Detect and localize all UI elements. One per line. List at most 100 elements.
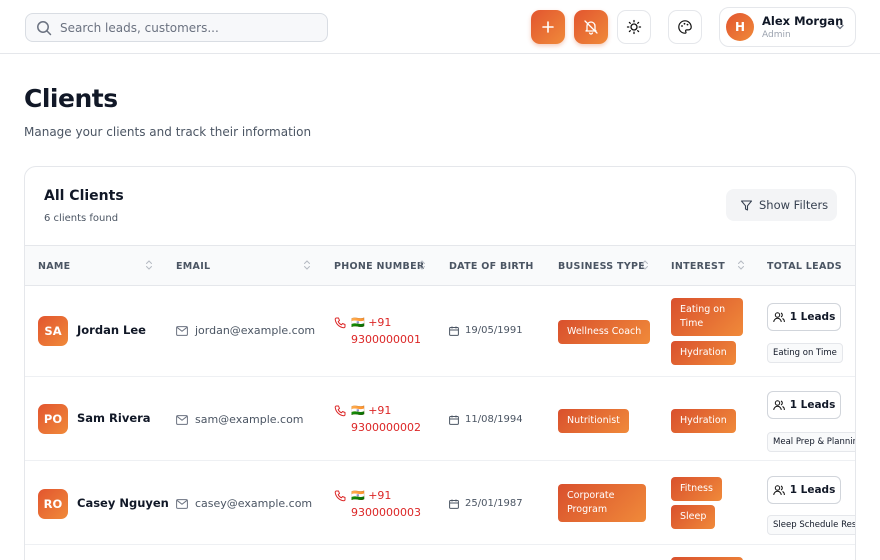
client-email-text: sam@example.com [195, 413, 304, 426]
user-role: Admin [762, 30, 791, 40]
phone-icon [334, 490, 346, 502]
table-header: NAME EMAIL PHONE NUMBER DATE OF BIRTH BU… [25, 245, 855, 286]
column-header-dob[interactable]: DATE OF BIRTH [449, 261, 534, 272]
client-phone[interactable]: 🇮🇳 +91 9300000001 [334, 314, 421, 348]
client-dob-text: 11/08/1994 [465, 414, 523, 425]
table-row[interactable]: PO Sam Rivera sam@example.com 🇮🇳 +91 9300… [25, 377, 855, 461]
users-icon [772, 399, 785, 410]
search-box[interactable] [25, 13, 328, 42]
user-name: Alex Morgan [762, 14, 844, 28]
mail-icon [176, 414, 188, 425]
client-dob: 19/05/1991 [449, 325, 523, 336]
user-profile-menu[interactable]: H Alex Morgan Admin [719, 7, 856, 47]
top-bar: H Alex Morgan Admin [0, 0, 880, 54]
client-email-text: casey@example.com [195, 497, 313, 510]
column-header-email[interactable]: EMAIL [176, 261, 210, 272]
client-name[interactable]: Jordan Lee [77, 323, 146, 337]
palette-icon [678, 20, 692, 34]
client-dob-text: 19/05/1991 [465, 325, 523, 336]
business-type-label: Corporate [567, 490, 615, 501]
client-phone-line1: 🇮🇳 +91 [351, 489, 392, 502]
client-email[interactable]: casey@example.com [176, 497, 312, 510]
phone-icon [334, 405, 346, 417]
leads-count: 1 Leads [789, 399, 836, 411]
column-header-interest[interactable]: INTEREST [671, 261, 725, 272]
search-input[interactable] [60, 20, 310, 35]
column-header-total-leads[interactable]: TOTAL LEADS [767, 261, 842, 272]
column-header-name[interactable]: NAME [38, 261, 70, 272]
client-dob: 11/08/1994 [449, 414, 523, 425]
client-phone-line2: 9300000003 [351, 506, 421, 519]
table-row[interactable]: SA Jordan Lee jordan@example.com 🇮🇳 +91 9… [25, 286, 855, 377]
users-icon [772, 311, 785, 322]
leads-button[interactable]: 1 Leads [767, 391, 841, 419]
calendar-icon [449, 326, 459, 336]
avatar: H [726, 13, 754, 41]
plus-icon [542, 21, 554, 33]
client-email[interactable]: sam@example.com [176, 413, 304, 426]
client-avatar: SA [38, 316, 68, 346]
leads-button[interactable]: 1 Leads [767, 476, 841, 504]
page-subtitle: Manage your clients and track their info… [24, 125, 312, 139]
sort-icon[interactable] [145, 259, 153, 271]
interest-badge: Hydration [671, 341, 736, 365]
phone-icon [334, 317, 346, 329]
clients-count: 6 clients found [44, 213, 119, 224]
bell-off-icon [584, 20, 598, 35]
lead-tag: Meal Prep & Planning [767, 432, 855, 452]
table-row[interactable]: RO Casey Nguyen casey@example.com 🇮🇳 +91… [25, 461, 855, 545]
calendar-icon [449, 499, 459, 509]
notifications-off-button[interactable] [574, 10, 608, 44]
client-name[interactable]: Sam Rivera [77, 411, 151, 425]
client-email[interactable]: jordan@example.com [176, 324, 315, 337]
theme-toggle-button[interactable] [617, 10, 651, 44]
interest-label-cont: Time [680, 318, 704, 329]
search-icon [37, 20, 52, 35]
business-type-badge: Nutritionist [558, 409, 629, 433]
column-header-business-type[interactable]: BUSINESS TYPE [558, 261, 645, 272]
sort-icon[interactable] [303, 259, 311, 271]
client-avatar: PO [38, 404, 68, 434]
interest-badge: Sleep [671, 505, 716, 529]
show-filters-label: Show Filters [759, 198, 829, 212]
client-phone-line2: 9300000001 [351, 333, 421, 346]
client-email-text: jordan@example.com [195, 324, 316, 337]
client-phone[interactable]: 🇮🇳 +91 9300000002 [334, 402, 421, 436]
client-phone-line1: 🇮🇳 +91 [351, 404, 392, 417]
leads-count: 1 Leads [789, 484, 836, 496]
show-filters-button[interactable]: Show Filters [726, 189, 837, 221]
add-button[interactable] [531, 10, 565, 44]
business-type-label-cont: Program [567, 504, 608, 515]
sort-icon[interactable] [418, 259, 426, 271]
lead-tag: Sleep Schedule Reset [767, 515, 855, 535]
column-header-phone[interactable]: PHONE NUMBER [334, 261, 425, 272]
interest-badge: Eating on Time [671, 298, 743, 336]
leads-button[interactable]: 1 Leads [767, 303, 841, 331]
sort-icon[interactable] [641, 259, 649, 271]
palette-button[interactable] [668, 10, 702, 44]
business-type-badge: Corporate Program [558, 484, 646, 522]
clients-card: All Clients 6 clients found Show Filters… [24, 166, 856, 560]
client-avatar: RO [38, 489, 68, 519]
mail-icon [176, 325, 188, 336]
calendar-icon [449, 415, 459, 425]
filter-icon [740, 199, 753, 211]
leads-count: 1 Leads [789, 311, 836, 323]
interest-label: Eating on [680, 304, 726, 315]
table-row[interactable] [25, 545, 855, 560]
client-phone[interactable]: 🇮🇳 +91 9300000003 [334, 487, 421, 521]
card-title: All Clients [44, 188, 124, 204]
interest-badge: Hydration [671, 409, 736, 433]
mail-icon [176, 498, 188, 509]
interest-badge: Fitness [671, 477, 722, 501]
users-icon [772, 484, 785, 495]
page-title: Clients [24, 84, 118, 113]
client-phone-line1: 🇮🇳 +91 [351, 316, 392, 329]
sort-icon[interactable] [737, 259, 745, 271]
client-name[interactable]: Casey Nguyen [77, 496, 169, 510]
business-type-badge: Wellness Coach [558, 320, 651, 344]
client-dob-text: 25/01/1987 [465, 498, 523, 509]
chevron-down-icon [836, 24, 844, 30]
client-dob: 25/01/1987 [449, 498, 523, 509]
lead-tag: Eating on Time [767, 343, 843, 363]
